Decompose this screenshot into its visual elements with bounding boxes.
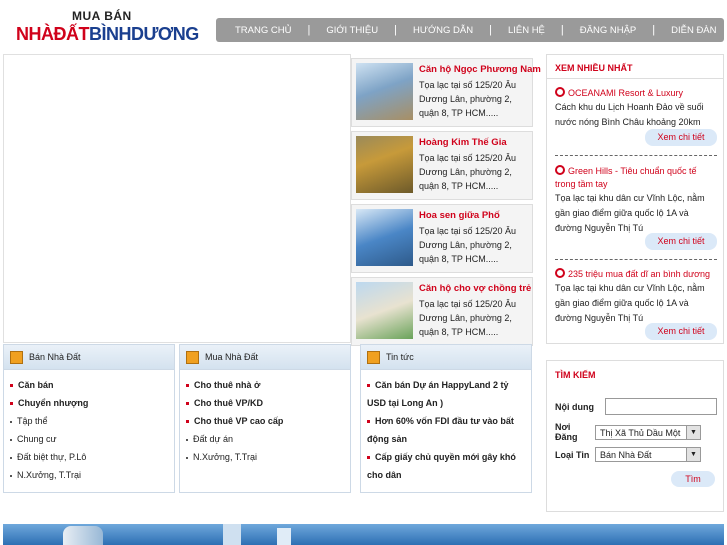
category-link[interactable]: Cho thuê VP/KD	[186, 394, 350, 412]
content-input[interactable]	[605, 398, 717, 415]
most-viewed-desc: Cách khu du Lịch Hoanh Đảo về suối nước …	[555, 102, 704, 127]
nav-home[interactable]: TRANG CHỦ	[216, 25, 307, 36]
category-link[interactable]: Chung cư	[10, 430, 174, 448]
listing-card[interactable]: Hoàng Kim Thế Gia Tọa lạc tại số 125/20 …	[351, 131, 533, 200]
logo-wordmark: NHÀĐẤTBÌNHDƯƠNG	[16, 24, 199, 44]
logo-tagline: MUA BÁN	[72, 9, 132, 23]
main-banner	[3, 54, 351, 343]
most-viewed-item: OCEANAMI Resort & Luxury Cách khu du Lịc…	[555, 87, 717, 130]
house-icon	[186, 350, 199, 364]
dropdown-arrow-icon: ▼	[686, 448, 700, 461]
nav-login[interactable]: ĐĂNG NHẬP	[564, 25, 652, 36]
most-viewed-link[interactable]: Green Hills - Tiêu chuẩn quốc tế trong t…	[555, 165, 717, 191]
news-link[interactable]: Cấp giấy chủ quyền mới gây khó cho dân	[367, 448, 525, 484]
circle-bullet-icon	[555, 87, 565, 97]
listing-title[interactable]: Hoàng Kim Thế Gia	[419, 137, 507, 148]
divider	[555, 155, 717, 156]
listing-title[interactable]: Hoa sen giữa Phố	[419, 210, 500, 221]
house-icon	[10, 350, 23, 364]
most-viewed-link[interactable]: 235 triệu mua đất dĩ an bình dương	[555, 268, 717, 281]
location-select[interactable]: Thị Xã Thủ Dầu Một ▼	[595, 424, 701, 440]
category-link[interactable]: Đất biệt thự, P.Lô	[10, 448, 174, 466]
most-viewed-panel: XEM NHIỀU NHẤT OCEANAMI Resort & Luxury …	[546, 54, 724, 344]
listing-thumbnail[interactable]	[356, 136, 413, 193]
listing-description: Tọa lạc tại số 125/20 Âu Dương Lân, phườ…	[419, 226, 517, 264]
content-label: Nội dung	[555, 401, 594, 412]
listing-description: Tọa lạc tại số 125/20 Âu Dương Lân, phườ…	[419, 299, 517, 337]
view-details-button[interactable]: Xem chi tiết	[645, 233, 717, 250]
listing-thumbnail[interactable]	[356, 282, 413, 339]
most-viewed-link[interactable]: OCEANAMI Resort & Luxury	[555, 87, 717, 100]
most-viewed-desc: Tọa lạc tại khu dân cư Vĩnh Lộc, nằm gần…	[555, 193, 705, 233]
divider	[555, 259, 717, 260]
nav-contact[interactable]: LIÊN HỆ	[492, 25, 561, 36]
view-details-button[interactable]: Xem chi tiết	[645, 323, 717, 340]
category-link[interactable]: Chuyển nhượng	[10, 394, 174, 412]
category-header: Bán Nhà Đất	[4, 345, 174, 370]
main-nav: TRANG CHỦ | GIỚI THIỆU | HƯỚNG DẪN | LIÊ…	[216, 18, 724, 42]
listing-card[interactable]: Căn hộ cho vợ chồng trẻ Tọa lạc tại số 1…	[351, 277, 533, 346]
search-panel: TÌM KIẾM Nội dung Nơi Đăng Thị Xã Thủ Dầ…	[546, 360, 724, 512]
category-link[interactable]: Căn bán	[10, 376, 174, 394]
category-link[interactable]: N.Xưởng, T.Trại	[10, 466, 174, 484]
category-header: Tin tức	[361, 345, 531, 370]
listing-title[interactable]: Căn hộ Ngọc Phương Nam	[419, 64, 541, 75]
view-details-button[interactable]: Xem chi tiết	[645, 129, 717, 146]
listing-description: Tọa lạc tại số 125/20 Âu Dương Lân, phườ…	[419, 80, 517, 118]
circle-bullet-icon	[555, 268, 565, 278]
category-mua-nha-dat: Mua Nhà Đất Cho thuê nhà ở Cho thuê VP/K…	[179, 344, 351, 493]
category-link[interactable]: Cho thuê VP cao cấp	[186, 412, 350, 430]
dropdown-arrow-icon: ▼	[686, 425, 700, 439]
search-content-row: Nội dung	[555, 398, 717, 415]
search-type-row: Loại Tin Bán Nhà Đất ▼	[555, 447, 701, 462]
most-viewed-item: 235 triệu mua đất dĩ an bình dương Tọa l…	[555, 268, 717, 326]
location-label: Nơi Đăng	[555, 422, 578, 442]
search-location-row: Nơi Đăng Thị Xã Thủ Dầu Một ▼	[555, 422, 701, 442]
category-title: Mua Nhà Đất	[205, 352, 259, 362]
listing-card[interactable]: Căn hộ Ngọc Phương Nam Tọa lạc tại số 12…	[351, 58, 541, 127]
footer-banner	[3, 524, 724, 545]
news-link[interactable]: Hơn 60% vốn FDI đầu tư vào bất động sản	[367, 412, 525, 448]
news-link[interactable]: Căn bán Dự án HappyLand 2 tỷ USD tại Lon…	[367, 376, 525, 412]
listing-thumbnail[interactable]	[356, 63, 413, 120]
category-title: Tin tức	[386, 352, 414, 362]
search-title: TÌM KIẾM	[555, 370, 596, 380]
type-select[interactable]: Bán Nhà Đất ▼	[595, 447, 701, 462]
banner-decoration	[63, 526, 103, 545]
listing-card[interactable]: Hoa sen giữa Phố Tọa lạc tại số 125/20 Â…	[351, 204, 533, 273]
type-label: Loại Tin	[555, 449, 590, 460]
listing-title[interactable]: Căn hộ cho vợ chồng trẻ	[419, 283, 531, 294]
nav-forum[interactable]: DIỄN ĐÀN	[655, 25, 727, 36]
banner-decoration	[277, 528, 291, 545]
nav-guide[interactable]: HƯỚNG DẪN	[397, 25, 489, 36]
category-link[interactable]: N.Xưởng, T.Trại	[186, 448, 350, 466]
most-viewed-title: XEM NHIỀU NHẤT	[547, 55, 723, 79]
category-link[interactable]: Cho thuê nhà ở	[186, 376, 350, 394]
banner-decoration	[223, 524, 241, 545]
news-icon	[367, 350, 380, 364]
listing-description: Tọa lạc tại số 125/20 Âu Dương Lân, phườ…	[419, 153, 517, 191]
site-logo[interactable]: MUA BÁN NHÀĐẤTBÌNHDƯƠNG	[14, 9, 199, 49]
nav-about[interactable]: GIỚI THIỆU	[310, 25, 394, 36]
listing-thumbnail[interactable]	[356, 209, 413, 266]
category-news: Tin tức Căn bán Dự án HappyLand 2 tỷ USD…	[360, 344, 532, 493]
category-link[interactable]: Tập thể	[10, 412, 174, 430]
category-header: Mua Nhà Đất	[180, 345, 350, 370]
category-title: Bán Nhà Đất	[29, 352, 81, 362]
circle-bullet-icon	[555, 165, 565, 175]
most-viewed-item: Green Hills - Tiêu chuẩn quốc tế trong t…	[555, 165, 717, 236]
search-button[interactable]: Tìm	[671, 471, 715, 487]
most-viewed-desc: Tọa lạc tại khu dân cư Vĩnh Lộc, nằm gần…	[555, 283, 705, 323]
featured-listings: Căn hộ Ngọc Phương Nam Tọa lạc tại số 12…	[351, 58, 541, 350]
category-link[interactable]: Đất dự án	[186, 430, 350, 448]
category-ban-nha-dat: Bán Nhà Đất Căn bán Chuyển nhượng Tập th…	[3, 344, 175, 493]
